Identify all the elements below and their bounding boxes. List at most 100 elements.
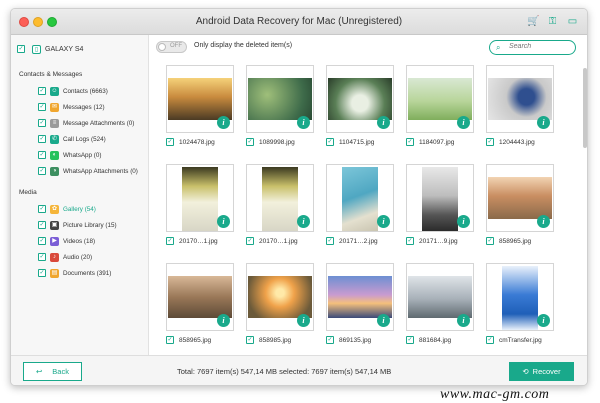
photo-thumbnail[interactable]: i — [486, 263, 554, 331]
info-icon[interactable]: i — [297, 314, 310, 327]
info-icon[interactable]: i — [217, 215, 230, 228]
photo-thumbnail[interactable]: i — [406, 65, 474, 133]
photo-filename: 881684.jpg — [419, 336, 452, 344]
back-arrow-icon: ↩ — [36, 367, 43, 376]
photo-image — [182, 167, 218, 231]
photo-checkbox[interactable]: ✓ — [326, 336, 334, 344]
info-icon[interactable]: i — [217, 116, 230, 129]
back-button[interactable]: ↩ Back — [23, 362, 82, 381]
info-icon[interactable]: i — [377, 215, 390, 228]
sidebar-media-item[interactable]: ✓ ▤ Documents (391) — [38, 267, 111, 279]
search-input[interactable] — [509, 43, 569, 50]
photo-checkbox[interactable]: ✓ — [166, 138, 174, 146]
info-icon[interactable]: i — [377, 314, 390, 327]
sidebar-media-checkbox[interactable]: ✓ — [38, 237, 46, 245]
photo-checkbox[interactable]: ✓ — [246, 138, 254, 146]
sidebar-contacts-label: Messages (12) — [63, 103, 105, 111]
photo-checkbox[interactable]: ✓ — [246, 237, 254, 245]
cart-icon[interactable]: 🛒 — [527, 16, 539, 27]
device-name: GALAXY S4 — [45, 45, 84, 53]
photo-image — [328, 276, 392, 318]
photo-thumbnail[interactable]: i — [486, 164, 554, 232]
sidebar-media-checkbox[interactable]: ✓ — [38, 221, 46, 229]
sidebar-media-item[interactable]: ✓ ♪ Audio (20) — [38, 251, 92, 263]
sidebar-media-label: Videos (18) — [63, 237, 96, 245]
photo-thumbnail[interactable]: i — [166, 164, 234, 232]
photo-image — [488, 78, 552, 120]
photo-thumbnail[interactable]: i — [326, 164, 394, 232]
sidebar-media-checkbox[interactable]: ✓ — [38, 205, 46, 213]
photo-thumbnail[interactable]: i — [166, 263, 234, 331]
photo-checkbox[interactable]: ✓ — [486, 138, 494, 146]
device-row[interactable]: ✓ ▯ GALAXY S4 — [17, 41, 145, 57]
photo-image — [342, 167, 378, 231]
sidebar-media-item[interactable]: ✓ ▶ Videos (18) — [38, 235, 95, 247]
sidebar-contacts-item[interactable]: ✓ ☺ Contacts (6663) — [38, 85, 108, 97]
sidebar-contacts-checkbox[interactable]: ✓ — [38, 119, 46, 127]
photo-filename: 20171…9.jpg — [419, 237, 458, 245]
sidebar-contacts-item[interactable]: ✓ ◑ WhatsApp Attachments (0) — [38, 165, 138, 177]
photo-caption: ✓ 858985.jpg — [246, 336, 314, 344]
sidebar-contacts-item[interactable]: ✓ ✉ Messages (12) — [38, 101, 105, 113]
photo-checkbox[interactable]: ✓ — [246, 336, 254, 344]
sidebar-media-label: Picture Library (15) — [63, 221, 117, 229]
info-icon[interactable]: i — [457, 215, 470, 228]
key-icon[interactable]: ⚿ — [547, 16, 558, 27]
photo-checkbox[interactable]: ✓ — [486, 336, 494, 344]
photo-thumbnail[interactable]: i — [166, 65, 234, 133]
photo-thumbnail[interactable]: i — [406, 263, 474, 331]
sidebar-contacts-label: Call Logs (524) — [63, 135, 106, 143]
sidebar-media-checkbox[interactable]: ✓ — [38, 253, 46, 261]
photo-thumbnail[interactable]: i — [326, 65, 394, 133]
photo-thumbnail[interactable]: i — [486, 65, 554, 133]
recover-button[interactable]: ⟲ Recover — [509, 362, 574, 381]
photo-image — [248, 78, 312, 120]
info-icon[interactable]: i — [457, 314, 470, 327]
photo-grid: i ✓ 1024478.jpg i ✓ 1089998.jpg i ✓ 1104715.jpg i… — [150, 65, 582, 355]
sidebar-media-checkbox[interactable]: ✓ — [38, 269, 46, 277]
photo-thumbnail[interactable]: i — [246, 164, 314, 232]
info-icon[interactable]: i — [537, 116, 550, 129]
photo-checkbox[interactable]: ✓ — [406, 237, 414, 245]
info-icon[interactable]: i — [537, 215, 550, 228]
photo-thumbnail[interactable]: i — [326, 263, 394, 331]
photo-checkbox[interactable]: ✓ — [166, 237, 174, 245]
photo-thumbnail[interactable]: i — [406, 164, 474, 232]
sidebar-contacts-item[interactable]: ✓ ✆ Call Logs (524) — [38, 133, 106, 145]
photo-checkbox[interactable]: ✓ — [406, 138, 414, 146]
info-icon[interactable]: i — [537, 314, 550, 327]
sidebar-contacts-item[interactable]: ✓ ≡ Message Attachments (0) — [38, 117, 134, 129]
vertical-scrollbar[interactable] — [583, 68, 587, 148]
section-media: Media — [19, 189, 37, 196]
sidebar-contacts-checkbox[interactable]: ✓ — [38, 103, 46, 111]
feedback-icon[interactable]: ▭ — [567, 16, 578, 27]
sidebar-contacts-item[interactable]: ✓ ◐ WhatsApp (0) — [38, 149, 102, 161]
info-icon[interactable]: i — [457, 116, 470, 129]
photo-thumbnail[interactable]: i — [246, 263, 314, 331]
info-icon[interactable]: i — [377, 116, 390, 129]
sidebar-media-item[interactable]: ✓ ✿ Gallery (54) — [38, 203, 96, 215]
photo-filename: 20171…2.jpg — [339, 237, 378, 245]
device-checkbox[interactable]: ✓ — [17, 45, 25, 53]
photo-filename: 1104715.jpg — [339, 138, 375, 146]
title-bar: Android Data Recovery for Mac (Unregiste… — [11, 9, 587, 35]
photo-checkbox[interactable]: ✓ — [326, 138, 334, 146]
info-icon[interactable]: i — [297, 116, 310, 129]
photo-image — [408, 78, 472, 120]
sidebar-contacts-checkbox[interactable]: ✓ — [38, 151, 46, 159]
photo-checkbox[interactable]: ✓ — [406, 336, 414, 344]
sidebar-contacts-checkbox[interactable]: ✓ — [38, 87, 46, 95]
info-icon[interactable]: i — [217, 314, 230, 327]
photo-thumbnail[interactable]: i — [246, 65, 314, 133]
photo-checkbox[interactable]: ✓ — [486, 237, 494, 245]
photo-filename: 20170…1.jpg — [179, 237, 218, 245]
deleted-only-toggle[interactable]: OFF — [156, 41, 187, 53]
photo-checkbox[interactable]: ✓ — [326, 237, 334, 245]
photo-checkbox[interactable]: ✓ — [166, 336, 174, 344]
info-icon[interactable]: i — [297, 215, 310, 228]
photo-image — [248, 276, 312, 318]
sidebar-contacts-checkbox[interactable]: ✓ — [38, 167, 46, 175]
sidebar-media-item[interactable]: ✓ ▣ Picture Library (15) — [38, 219, 117, 231]
search-box[interactable]: ⌕ — [489, 40, 576, 55]
sidebar-contacts-checkbox[interactable]: ✓ — [38, 135, 46, 143]
